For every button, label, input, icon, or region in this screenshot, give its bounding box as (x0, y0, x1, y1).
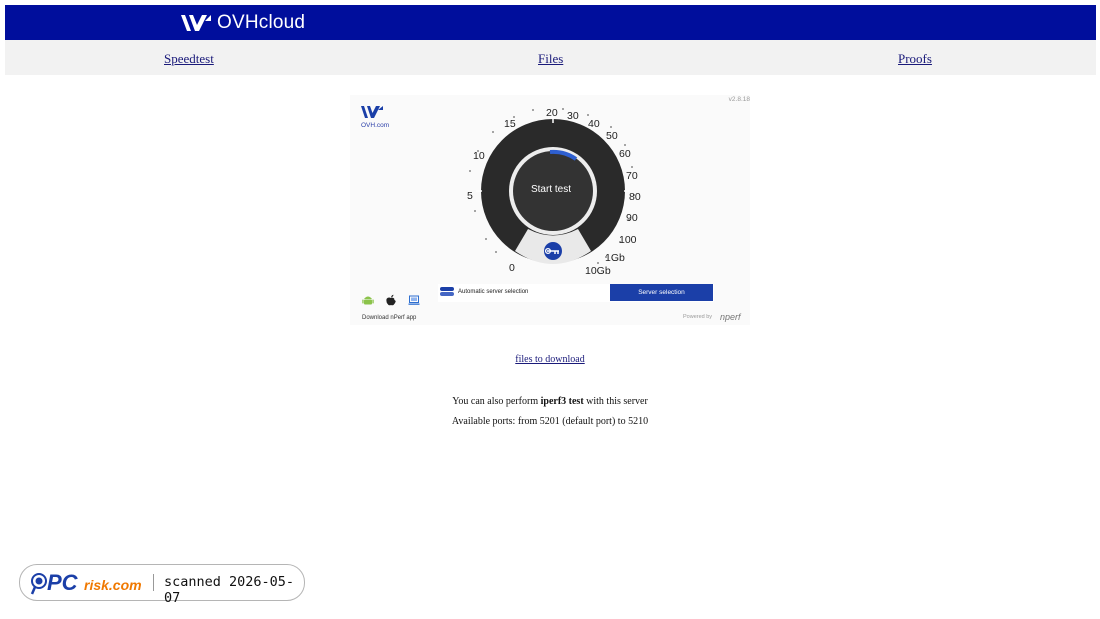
automatic-server-label: Automatic server selection (458, 289, 529, 295)
ovhcloud-logo[interactable]: OVHcloud (179, 9, 305, 36)
gauge-tick-label: 40 (588, 118, 600, 130)
nperf-logo[interactable]: nperf (720, 312, 741, 322)
start-test-label[interactable]: Start test (511, 184, 591, 195)
iperf-info-line: You can also perform iperf3 test with th… (0, 396, 1100, 407)
iperf-bold: iperf3 test (540, 396, 584, 407)
gauge-tick-label: 0 (509, 262, 515, 274)
scan-date-text: scanned 2026-05-07 (164, 574, 295, 606)
app-download-icons (362, 294, 420, 306)
download-app-label[interactable]: Download nPerf app (362, 315, 416, 321)
gauge-tick-label: 50 (606, 130, 618, 142)
iperf-prefix: You can also perform (452, 396, 539, 407)
gauge-tick-label: 70 (626, 170, 638, 182)
nav-link-files[interactable]: Files (538, 51, 563, 67)
gauge-tick-label: 30 (567, 110, 579, 122)
gauge-tick-label: 15 (504, 118, 516, 130)
brand-name: OVHcloud (217, 11, 306, 33)
widget-version: v2.8.18 (728, 96, 750, 103)
gauge-tick-label: 10Gb (585, 265, 611, 277)
gauge-tick-label: 20 (546, 107, 558, 119)
svg-text:PC: PC (47, 570, 79, 595)
ovh-logo-icon (181, 14, 211, 31)
windows-icon[interactable] (408, 294, 420, 306)
gauge-tick-label: 80 (629, 191, 641, 203)
speedtest-widget: v2.8.18 OVH.com 0 5 10 15 20 30 40 50 60… (350, 95, 750, 325)
ovh-small-logo-icon (361, 106, 383, 118)
nav-link-proofs[interactable]: Proofs (898, 51, 932, 67)
apple-icon[interactable] (385, 294, 397, 306)
top-header-bar: OVHcloud (5, 5, 1096, 40)
android-icon[interactable] (362, 294, 374, 306)
ovh-logo-text: OVH.com (361, 122, 390, 129)
watermark-divider (153, 574, 154, 591)
gauge-tick-label: 60 (619, 148, 631, 160)
svg-text:risk.com: risk.com (84, 577, 142, 593)
nav-link-speedtest[interactable]: Speedtest (164, 51, 214, 67)
powered-by-label: Powered by (683, 314, 713, 320)
scan-watermark: PC risk.com scanned 2026-05-07 (19, 564, 305, 606)
gauge-tick-label: 5 (467, 190, 473, 202)
iperf-suffix: with this server (586, 396, 648, 407)
ports-info-line: Available ports: from 5201 (default port… (451, 416, 649, 427)
server-icon (440, 287, 454, 296)
files-to-download-link[interactable]: files to download (515, 354, 584, 365)
server-selection-button[interactable]: Server selection (610, 284, 713, 301)
gauge-tick-label: 10 (473, 150, 485, 162)
gauge-tick-label: 90 (626, 212, 638, 224)
gauge-tick-label: 100 (619, 234, 637, 246)
ovh-small-logo: OVH.com (360, 105, 390, 129)
files-section: files to download (0, 354, 1100, 365)
pcrisk-logo: PC risk.com (30, 570, 142, 595)
nav-bar: Speedtest Files Proofs (5, 40, 1096, 75)
gauge-tick-label: 1Gb (605, 252, 625, 264)
